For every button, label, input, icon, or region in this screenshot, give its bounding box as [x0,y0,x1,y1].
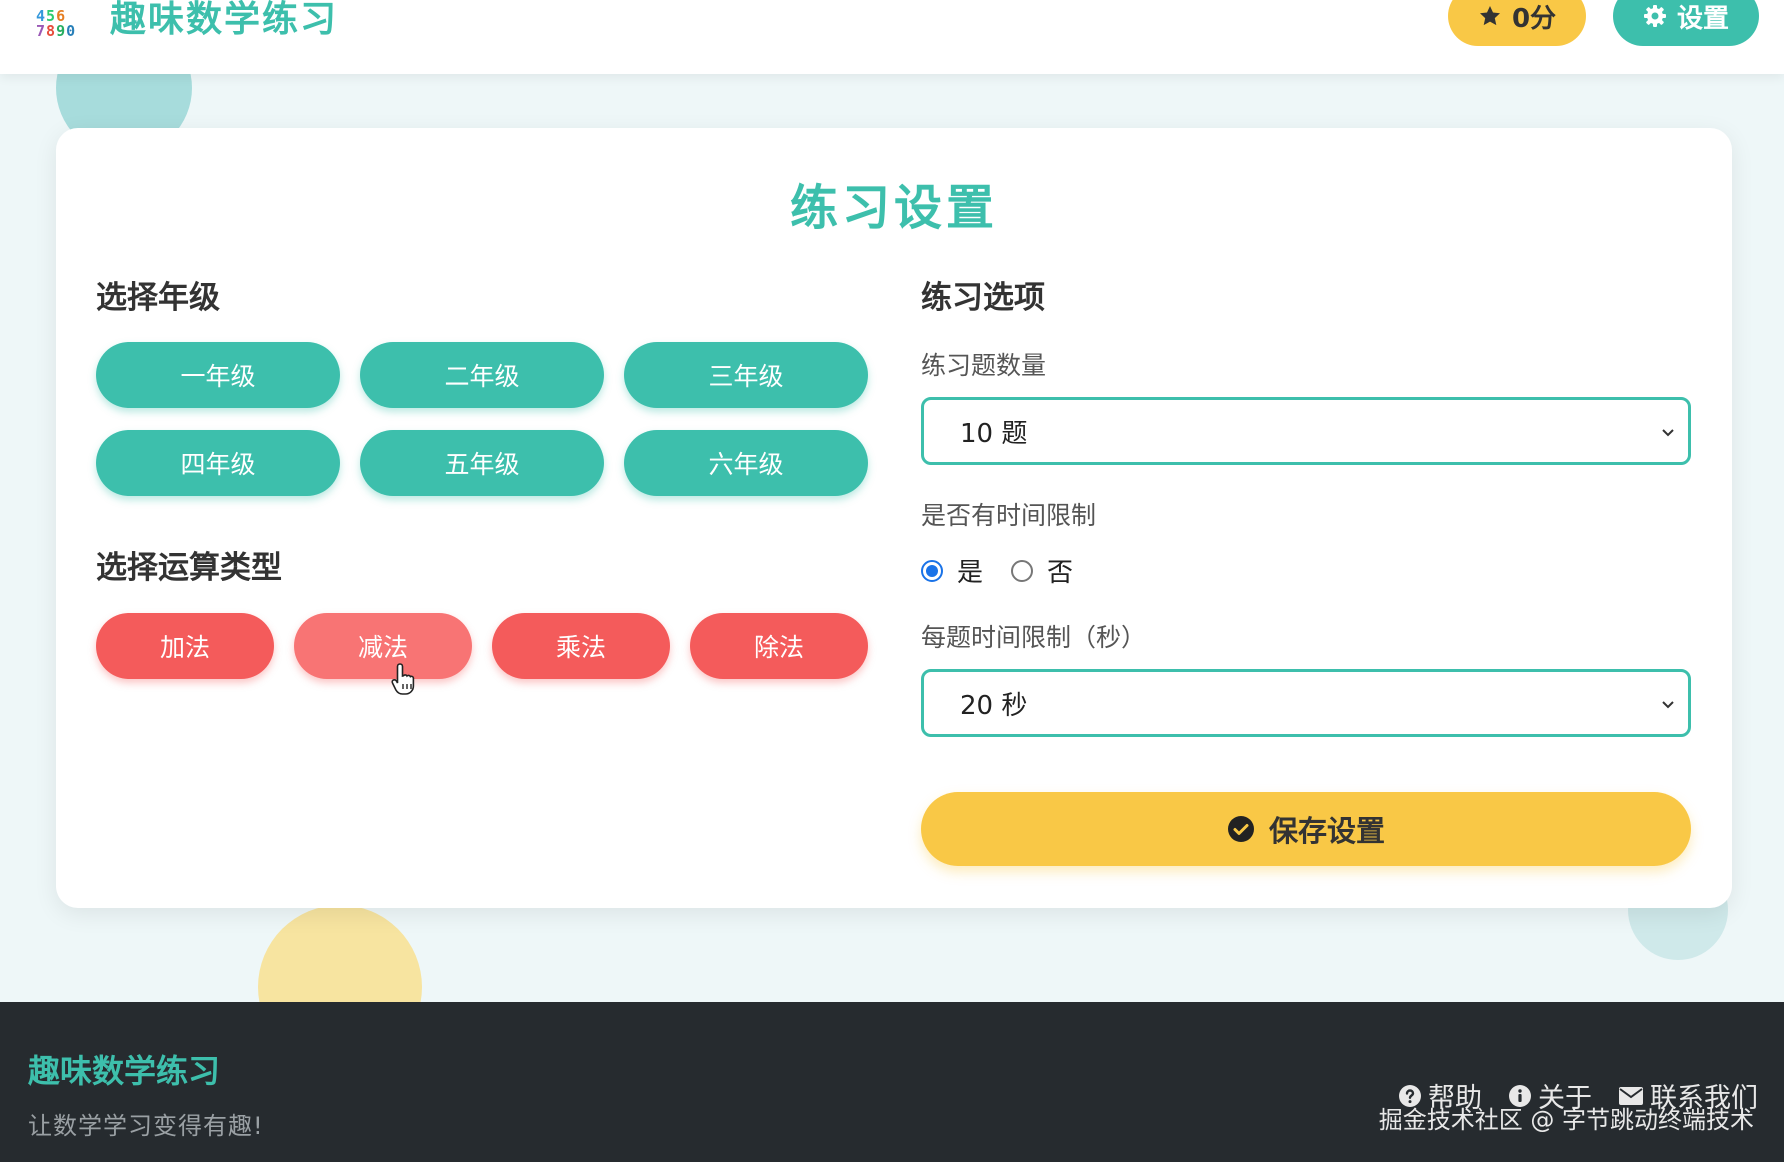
score-badge[interactable]: 0分 [1448,0,1586,46]
chevron-down-icon [1662,701,1674,709]
star-icon [1479,6,1500,26]
top-header: 456 7890 趣味数学练习 0分 设置 [0,0,1784,74]
score-value: 0分 [1511,3,1557,34]
operation-button-division[interactable]: 除法 [690,613,868,679]
time-limit-radio-group: 是 否 [921,552,1073,589]
settings-label: 设置 [1676,3,1729,34]
gear-icon [1643,5,1666,27]
source-watermark: 掘金技术社区 @ 字节跳动终端技术 [1378,1106,1754,1134]
hand-pointer-cursor-icon [391,663,415,695]
time-limit-yes-radio[interactable] [921,559,943,582]
question-count-value: 10 题 [960,418,1028,449]
save-settings-button[interactable]: 保存设置 [921,792,1691,866]
grade-section-title: 选择年级 [96,280,220,316]
options-section-title: 练习选项 [921,280,1045,316]
grade-button-4[interactable]: 四年级 [96,430,340,496]
footer-subtitle: 让数学学习变得有趣! [28,1112,264,1140]
settings-button[interactable]: 设置 [1613,0,1759,46]
grade-button-1[interactable]: 一年级 [96,342,340,408]
grade-button-6[interactable]: 六年级 [624,430,868,496]
app-title[interactable]: 趣味数学练习 [110,0,338,42]
page-title: 练习设置 [789,180,998,236]
operation-section-title: 选择运算类型 [96,550,282,586]
footer-title: 趣味数学练习 [28,1052,221,1090]
grade-button-2[interactable]: 二年级 [360,342,604,408]
settings-card: 练习设置 选择年级 一年级 二年级 三年级 四年级 五年级 六年级 选择运算类型… [56,128,1732,908]
grade-button-3[interactable]: 三年级 [624,342,868,408]
time-limit-no-label[interactable]: 否 [1047,552,1073,589]
per-question-time-label: 每题时间限制（秒） [921,623,1147,652]
operation-button-multiplication[interactable]: 乘法 [492,613,670,679]
check-circle-icon [1227,816,1254,842]
question-count-label: 练习题数量 [921,351,1047,380]
numbers-logo-icon: 456 7890 [36,7,77,40]
per-question-time-value: 20 秒 [960,690,1028,721]
question-count-select[interactable]: 10 题 [921,397,1691,465]
time-limit-label: 是否有时间限制 [921,501,1097,530]
time-limit-yes-label[interactable]: 是 [957,552,983,589]
operation-button-addition[interactable]: 加法 [96,613,274,679]
grade-button-5[interactable]: 五年级 [360,430,604,496]
save-settings-label: 保存设置 [1268,816,1385,848]
chevron-down-icon [1662,429,1674,437]
operation-button-subtraction[interactable]: 减法 [294,613,472,679]
page-footer: 趣味数学练习 让数学学习变得有趣! 帮助 关于 联系我们 掘金技术社区 @ 字节… [0,1002,1784,1162]
time-limit-no-radio[interactable] [1011,559,1034,582]
per-question-time-select[interactable]: 20 秒 [921,669,1691,737]
